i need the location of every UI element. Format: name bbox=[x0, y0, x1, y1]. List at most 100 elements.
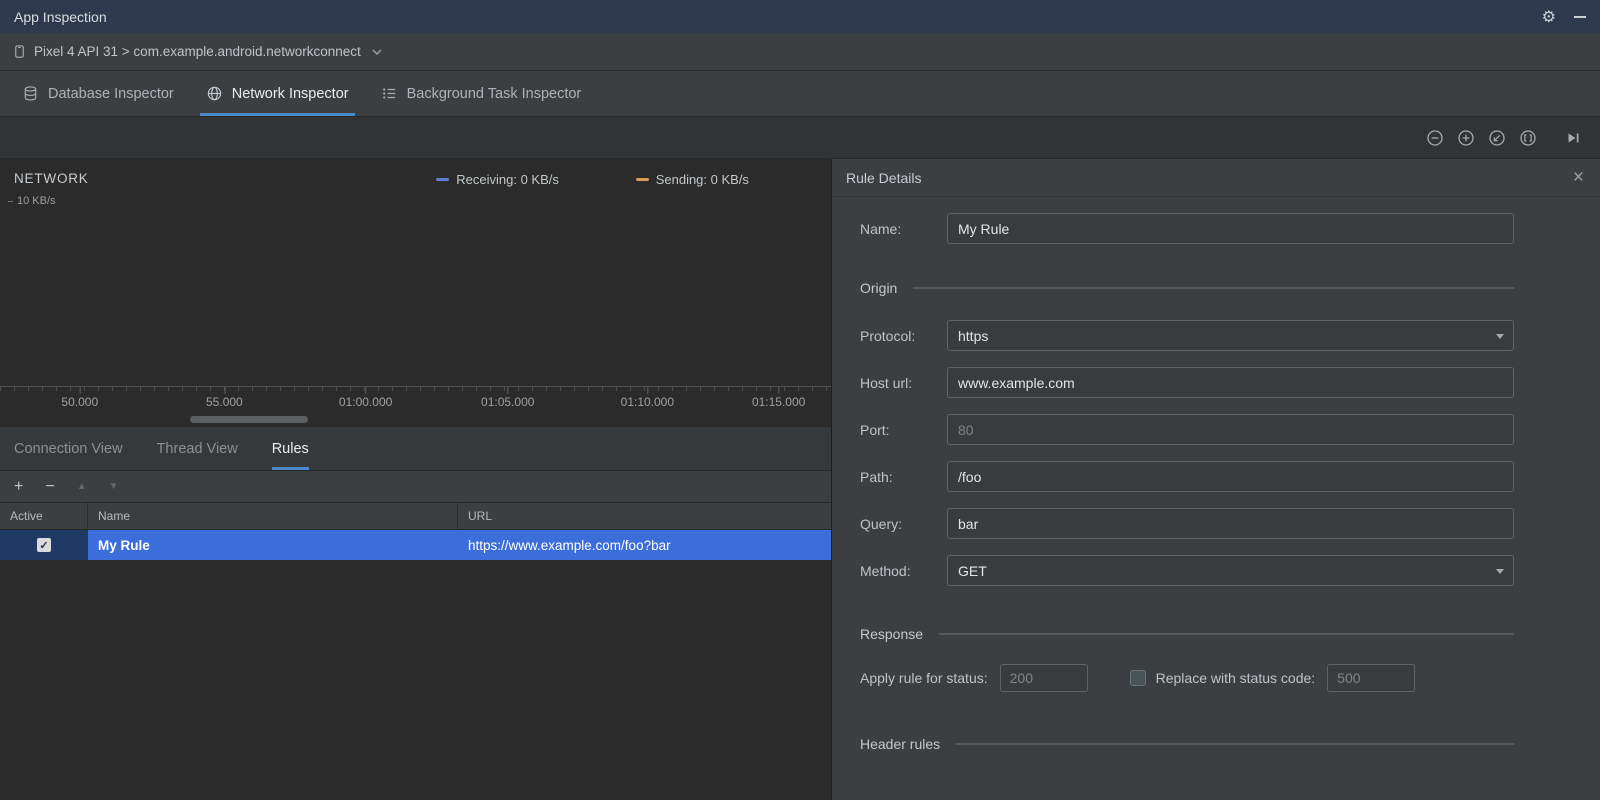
device-icon bbox=[12, 44, 27, 59]
network-chart: NETWORK 10 KB/s Receiving: 0 KB/s Sendin… bbox=[0, 159, 831, 427]
tab-connection-view[interactable]: Connection View bbox=[14, 427, 123, 470]
legend-label: Receiving: 0 KB/s bbox=[456, 172, 559, 187]
path-input[interactable] bbox=[947, 461, 1514, 492]
method-value: GET bbox=[958, 562, 987, 579]
rule-url-cell: https://www.example.com/foo?bar bbox=[468, 537, 671, 553]
tab-label: Thread View bbox=[156, 440, 238, 457]
port-label: Port: bbox=[860, 421, 890, 438]
method-dropdown[interactable]: GET bbox=[947, 555, 1514, 586]
method-label: Method: bbox=[860, 562, 911, 579]
legend-label: Sending: 0 KB/s bbox=[655, 172, 749, 187]
origin-section: Origin bbox=[860, 280, 1514, 296]
tab-network-inspector[interactable]: Network Inspector bbox=[190, 71, 365, 116]
query-label: Query: bbox=[860, 515, 903, 532]
section-divider bbox=[939, 633, 1514, 635]
gear-icon[interactable]: ⚙ bbox=[1542, 7, 1556, 27]
move-up-icon[interactable]: ▲ bbox=[77, 481, 87, 492]
reset-zoom-icon[interactable] bbox=[1488, 129, 1506, 147]
timeline-toolbar bbox=[0, 117, 1600, 159]
host-row: Host url: bbox=[860, 367, 1514, 398]
axis-tick-label: 01:00.000 bbox=[338, 387, 393, 409]
rule-active-cell: ✓ bbox=[0, 530, 88, 560]
section-title: Response bbox=[860, 626, 924, 642]
legend-receiving: Receiving: 0 KB/s bbox=[436, 172, 559, 187]
rule-details-body: Name: Origin Protocol: https Host url: P… bbox=[832, 197, 1600, 800]
move-down-icon[interactable]: ▼ bbox=[109, 481, 119, 492]
tab-label: Background Task Inspector bbox=[406, 85, 582, 102]
active-checkbox[interactable]: ✓ bbox=[37, 538, 51, 552]
close-icon[interactable]: × bbox=[1573, 168, 1584, 187]
rule-details-header: Rule Details × bbox=[832, 159, 1600, 197]
dropdown-arrow-icon bbox=[1496, 333, 1504, 339]
tab-database-inspector[interactable]: Database Inspector bbox=[6, 71, 190, 116]
protocol-label: Protocol: bbox=[860, 327, 916, 344]
method-row: Method: GET bbox=[860, 555, 1514, 586]
replace-status-input[interactable] bbox=[1327, 664, 1416, 692]
query-input[interactable] bbox=[947, 508, 1514, 539]
section-title: Header rules bbox=[860, 736, 941, 752]
task-list-icon bbox=[381, 85, 398, 102]
remove-icon[interactable]: − bbox=[45, 478, 54, 495]
timeline-scrollbar-thumb[interactable] bbox=[190, 416, 308, 423]
protocol-dropdown[interactable]: https bbox=[947, 320, 1514, 351]
zoom-out-icon[interactable] bbox=[1426, 129, 1444, 147]
replace-status-checkbox[interactable] bbox=[1129, 670, 1146, 686]
axis-tick-label: 01:05.000 bbox=[481, 387, 535, 409]
chart-title: NETWORK bbox=[14, 171, 89, 186]
tab-label: Rules bbox=[271, 440, 309, 457]
table-row[interactable]: ✓ My Rule https://www.example.com/foo?ba… bbox=[0, 530, 831, 560]
rules-table-empty-area[interactable] bbox=[0, 560, 831, 800]
host-input[interactable] bbox=[947, 367, 1514, 398]
axis-tick-label: 55.000 bbox=[206, 387, 243, 409]
header-rules-section: Header rules bbox=[860, 736, 1514, 752]
name-row: Name: bbox=[860, 213, 1514, 244]
column-header-active[interactable]: Active bbox=[0, 503, 88, 529]
protocol-value: https bbox=[958, 327, 989, 344]
globe-icon bbox=[206, 85, 223, 102]
database-icon bbox=[22, 85, 39, 102]
receiving-swatch bbox=[436, 178, 450, 181]
rule-details-panel: Rule Details × Name: Origin Protocol: ht… bbox=[832, 159, 1600, 800]
rules-table-header: Active Name URL bbox=[0, 503, 831, 530]
status-rule-row: Apply rule for status: Replace with stat… bbox=[860, 664, 1514, 692]
dropdown-arrow-icon bbox=[1496, 568, 1504, 574]
timeline-scrollbar[interactable] bbox=[0, 413, 831, 426]
rules-toolbar: + − ▲ ▼ bbox=[0, 471, 831, 503]
tab-thread-view[interactable]: Thread View bbox=[157, 427, 238, 470]
chevron-down-icon[interactable] bbox=[372, 49, 382, 55]
apply-status-input[interactable] bbox=[999, 664, 1088, 692]
tab-background-task-inspector[interactable]: Background Task Inspector bbox=[365, 71, 598, 116]
zoom-to-fit-icon[interactable] bbox=[1519, 129, 1537, 147]
axis-tick-label: 01:10.000 bbox=[620, 387, 675, 409]
tab-label: Database Inspector bbox=[48, 85, 174, 102]
legend-sending: Sending: 0 KB/s bbox=[635, 172, 749, 187]
column-header-url[interactable]: URL bbox=[458, 503, 831, 529]
section-divider bbox=[956, 743, 1514, 745]
view-tab-bar: Connection View Thread View Rules bbox=[0, 427, 831, 471]
y-axis-label: 10 KB/s bbox=[8, 195, 56, 207]
name-input[interactable] bbox=[947, 213, 1514, 244]
tab-rules[interactable]: Rules bbox=[271, 427, 309, 470]
timeline-axis: 50.000 55.000 01:00.000 01:05.000 01:10.… bbox=[0, 386, 831, 413]
port-input[interactable] bbox=[947, 414, 1514, 445]
path-label: Path: bbox=[860, 468, 893, 485]
minimize-icon[interactable] bbox=[1574, 15, 1586, 18]
path-row: Path: bbox=[860, 461, 1514, 492]
device-process-selector[interactable]: Pixel 4 API 31 > com.example.android.net… bbox=[34, 44, 361, 59]
go-live-icon[interactable] bbox=[1564, 129, 1582, 147]
device-process-bar: Pixel 4 API 31 > com.example.android.net… bbox=[0, 33, 1600, 71]
window-title: App Inspection bbox=[14, 8, 107, 25]
protocol-row: Protocol: https bbox=[860, 320, 1514, 351]
axis-tick-label: 01:15.000 bbox=[751, 387, 806, 409]
column-header-name[interactable]: Name bbox=[88, 503, 458, 529]
main-content: NETWORK 10 KB/s Receiving: 0 KB/s Sendin… bbox=[0, 159, 1600, 800]
port-row: Port: bbox=[860, 414, 1514, 445]
zoom-in-icon[interactable] bbox=[1457, 129, 1475, 147]
tab-label: Connection View bbox=[14, 440, 123, 457]
add-icon[interactable]: + bbox=[14, 478, 23, 495]
replace-status-label: Replace with status code: bbox=[1155, 670, 1316, 686]
inspector-tab-bar: Database Inspector Network Inspector Bac… bbox=[0, 71, 1600, 117]
chart-plot-area[interactable] bbox=[0, 159, 831, 386]
apply-status-label: Apply rule for status: bbox=[860, 670, 988, 686]
section-title: Origin bbox=[860, 280, 898, 296]
